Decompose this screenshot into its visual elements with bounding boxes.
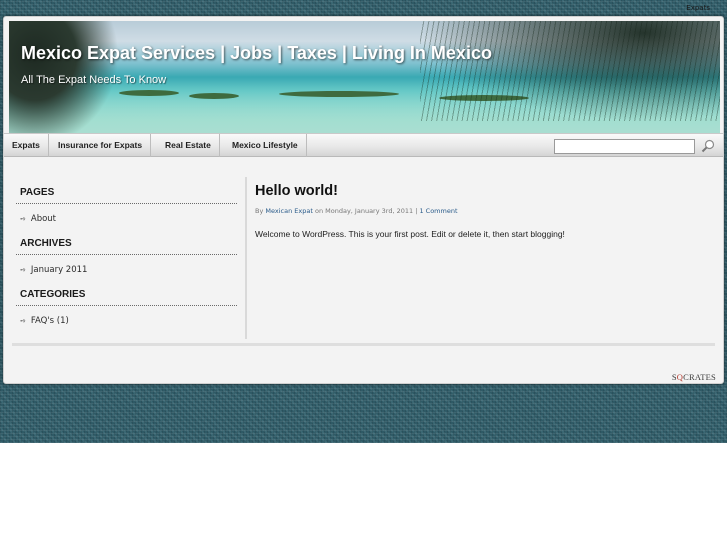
top-expats-link[interactable]: Expats <box>686 4 710 12</box>
search-icon <box>701 139 715 153</box>
post-meta: By Mexican Expat on Monday, January 3rd,… <box>255 207 458 215</box>
site-tagline: All The Expat Needs To Know <box>21 74 167 86</box>
arrow-icon: ➺ <box>20 215 26 223</box>
search-input[interactable] <box>554 139 695 154</box>
sidebar-item-faqs[interactable]: ➺ FAQ's (1) <box>20 316 69 326</box>
arrow-icon: ➺ <box>20 317 26 325</box>
nav-item-real-estate[interactable]: Real Estate <box>157 134 220 157</box>
sidebar-heading-pages: PAGES <box>20 187 55 198</box>
sidebar-heading-categories: CATEGORIES <box>20 289 86 300</box>
nav-item-expats[interactable]: Expats <box>4 134 49 157</box>
sidebar-heading-archives: ARCHIVES <box>20 238 72 249</box>
main-nav: Expats Insurance for Expats Real Estate … <box>4 133 723 157</box>
divider <box>16 254 237 255</box>
nav-item-mexico-lifestyle[interactable]: Mexico Lifestyle <box>224 134 307 157</box>
sidebar-item-about[interactable]: ➺ About <box>20 214 56 224</box>
footer-divider <box>12 343 715 346</box>
post-title[interactable]: Hello world! <box>255 183 338 199</box>
arrow-icon: ➺ <box>20 266 26 274</box>
socrates-credit-link[interactable]: SQCRATES <box>672 372 716 382</box>
sidebar-item-january-2011[interactable]: ➺ January 2011 <box>20 265 87 275</box>
site-title[interactable]: Mexico Expat Services | Jobs | Taxes | L… <box>21 43 492 64</box>
header-banner: Mexico Expat Services | Jobs | Taxes | L… <box>9 21 720 133</box>
divider <box>16 305 237 306</box>
site-container: Mexico Expat Services | Jobs | Taxes | L… <box>3 16 724 384</box>
nav-item-insurance-for-expats[interactable]: Insurance for Expats <box>50 134 152 157</box>
comments-link[interactable]: 1 Comment <box>419 207 457 215</box>
author-link[interactable]: Mexican Expat <box>265 207 313 215</box>
column-divider <box>245 177 247 339</box>
divider <box>16 203 237 204</box>
palm-tree-right <box>420 21 720 121</box>
sidebar: PAGES ➺ About ARCHIVES ➺ January 2011 CA… <box>14 178 237 338</box>
post-body: Welcome to WordPress. This is your first… <box>255 229 565 239</box>
search-button[interactable] <box>699 137 717 155</box>
